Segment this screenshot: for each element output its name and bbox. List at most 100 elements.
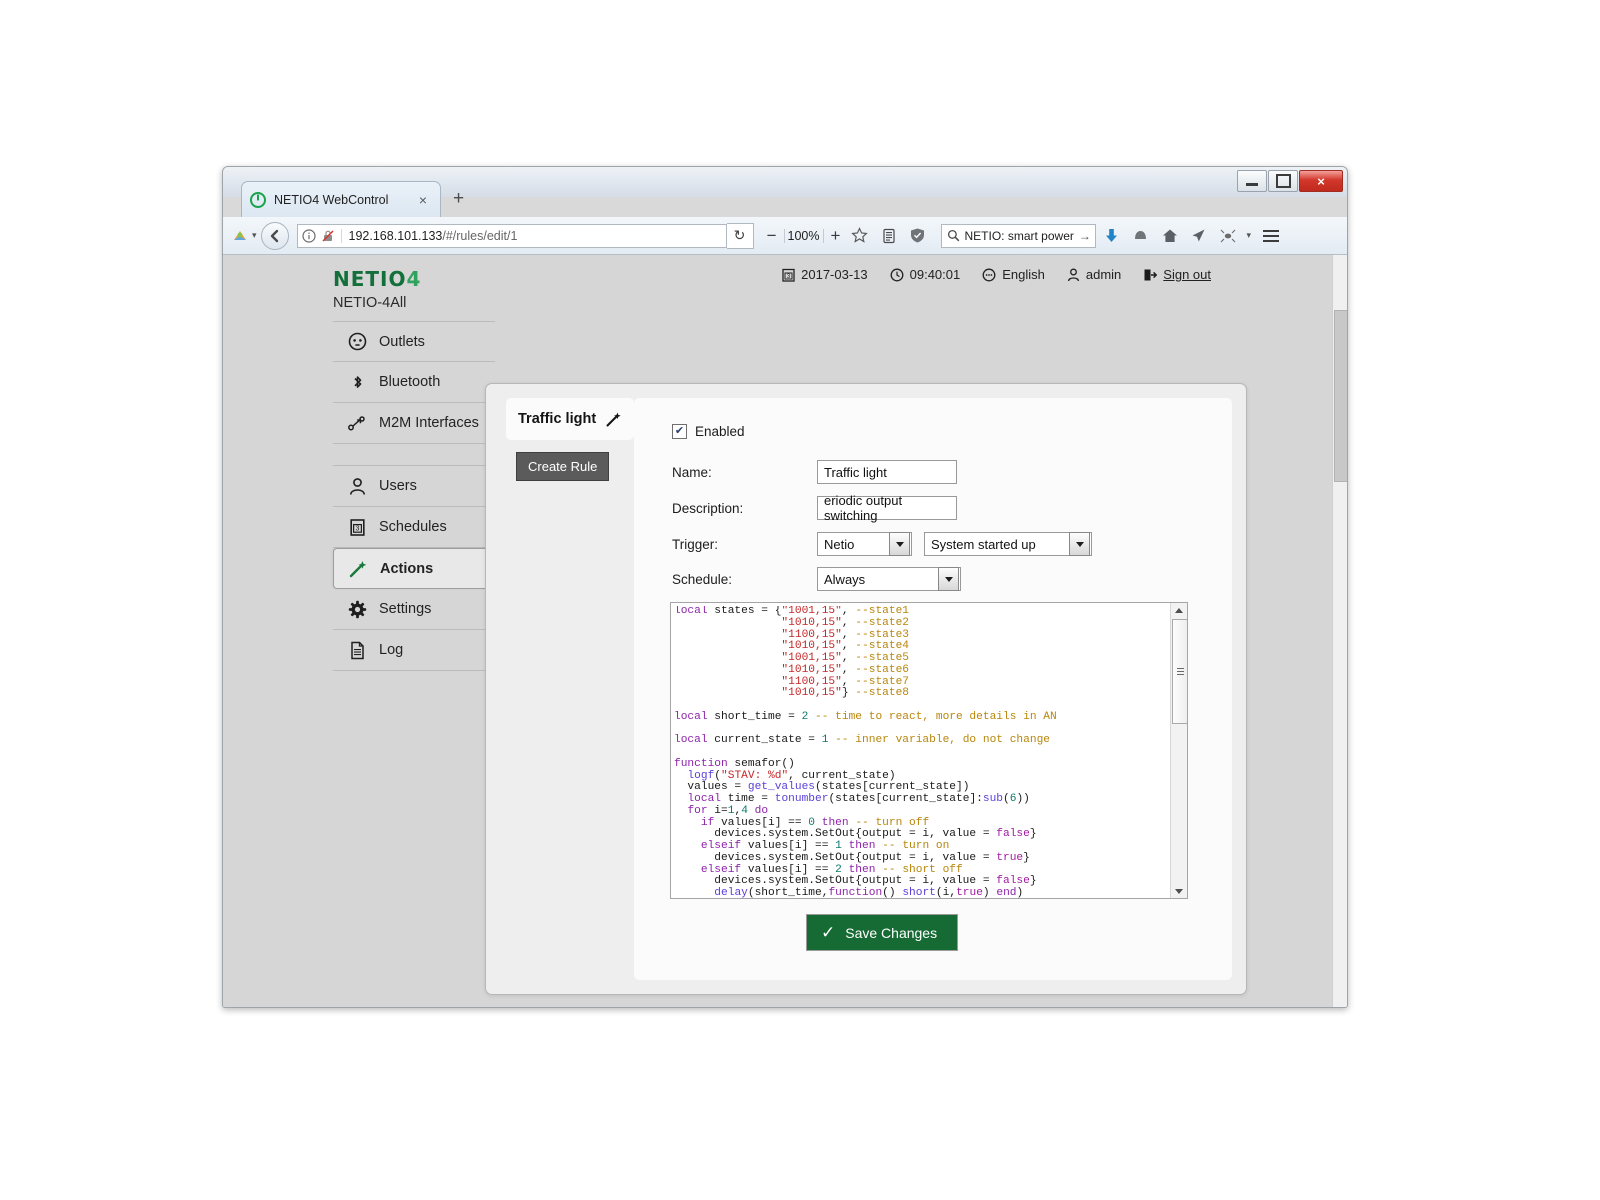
m2m-icon <box>347 413 367 433</box>
new-tab-button[interactable]: + <box>453 189 464 209</box>
search-input-value: NETIO: smart power <box>964 228 1074 243</box>
home-icon[interactable] <box>1157 223 1183 249</box>
shield-icon[interactable] <box>905 223 931 249</box>
info-icon[interactable] <box>301 228 316 243</box>
enabled-checkbox-row: ✔ Enabled <box>672 424 745 439</box>
sidebar-item-m2m-interfaces[interactable]: M2M Interfaces <box>333 403 495 444</box>
browser-tab-title: NETIO4 WebControl <box>274 192 389 207</box>
bluetooth-icon <box>347 372 367 392</box>
header-user-label: admin <box>1085 267 1122 282</box>
header-status-items: 3 2017-03-13 09:40:01 English admin Sign… <box>782 267 1211 282</box>
outlet-icon <box>347 332 367 352</box>
header-user[interactable]: admin <box>1067 267 1121 282</box>
hamburger-menu-button[interactable] <box>1259 226 1283 246</box>
zoom-out-button[interactable]: − <box>764 226 780 246</box>
header-time-label: 09:40:01 <box>909 267 961 282</box>
document-icon <box>347 640 367 660</box>
firefox-menu-button[interactable]: ▾ <box>231 227 257 245</box>
trigger-row: Trigger: Netio System started up <box>672 532 1092 556</box>
browser-window: × NETIO4 WebControl × + ▾ 192.168.101.13… <box>222 166 1348 1008</box>
chevron-down-icon <box>1069 532 1090 556</box>
reload-button[interactable]: ↻ <box>726 222 754 249</box>
addon-icon[interactable] <box>1215 223 1241 249</box>
rule-tab-label: Traffic light <box>518 411 597 427</box>
reader-view-icon[interactable] <box>876 223 902 249</box>
calendar-icon: 3 <box>782 268 795 282</box>
description-input[interactable]: eriodic output switching <box>817 493 957 523</box>
schedule-select[interactable]: Always <box>817 567 961 591</box>
bookmark-star-icon[interactable] <box>847 223 873 249</box>
page-scrollbar-thumb[interactable] <box>1334 310 1347 482</box>
save-changes-button[interactable]: ✓ Save Changes <box>806 914 959 951</box>
send-icon[interactable] <box>1186 223 1212 249</box>
search-go-icon[interactable]: → <box>1079 229 1091 243</box>
rule-tab[interactable]: Traffic light <box>506 398 634 440</box>
sidebar-item-label: Users <box>379 478 417 494</box>
trigger-event-select[interactable]: System started up <box>924 532 1092 556</box>
enabled-checkbox[interactable]: ✔ <box>672 424 687 439</box>
save-changes-label: Save Changes <box>845 924 938 941</box>
sidebar-item-outlets[interactable]: Outlets <box>333 321 495 362</box>
svg-text:3: 3 <box>355 525 359 532</box>
trigger-label: Trigger: <box>672 536 719 552</box>
calendar-icon: 3 <box>347 517 367 537</box>
search-bar[interactable]: NETIO: smart power → <box>940 223 1096 248</box>
overflow-chevron-icon[interactable]: ▾ <box>1247 230 1252 241</box>
code-scrollbar[interactable] <box>1170 603 1187 898</box>
insecure-connection-icon[interactable] <box>321 229 335 243</box>
description-row: Description: eriodic output switching <box>672 493 957 523</box>
user-icon <box>1067 268 1080 282</box>
lua-script-text[interactable]: local states = {"1001,15", --state1 "101… <box>674 606 1169 898</box>
sidebar-item-log[interactable]: Log <box>333 630 495 671</box>
header-signout[interactable]: Sign out <box>1143 267 1211 282</box>
create-rule-button[interactable]: Create Rule <box>516 452 610 481</box>
language-icon <box>982 268 996 282</box>
trigger-source-select[interactable]: Netio <box>817 532 912 556</box>
schedule-value: Always <box>824 571 866 587</box>
page-scrollbar[interactable] <box>1332 255 1347 1007</box>
search-icon <box>947 229 960 242</box>
netio-app: NETIO4 NETIO-4All 3 2017-03-13 09:40:01 … <box>223 255 1333 1007</box>
schedule-row: Schedule: Always <box>672 567 961 591</box>
rule-form: ✔ Enabled Name: Traffic light Descriptio… <box>634 398 1232 980</box>
header-language[interactable]: English <box>982 267 1045 282</box>
browser-tab[interactable]: NETIO4 WebControl × <box>241 181 441 217</box>
name-input[interactable]: Traffic light <box>817 460 957 484</box>
sidebar-divider <box>333 444 495 466</box>
app-header: NETIO4 NETIO-4All 3 2017-03-13 09:40:01 … <box>223 255 1333 311</box>
tab-close-icon[interactable]: × <box>414 192 432 208</box>
netio-logo: NETIO4 <box>333 267 422 291</box>
power-icon <box>250 191 266 208</box>
sidebar-item-bluetooth[interactable]: Bluetooth <box>333 362 495 403</box>
sidebar-item-label: Settings <box>379 601 432 617</box>
lua-script-editor[interactable]: local states = {"1001,15", --state1 "101… <box>670 602 1188 899</box>
pocket-icon[interactable] <box>1128 223 1154 249</box>
zoom-in-button[interactable]: + <box>828 226 844 246</box>
scroll-down-arrow[interactable] <box>1171 884 1187 898</box>
back-button[interactable] <box>260 221 289 250</box>
sidebar-item-settings[interactable]: Settings <box>333 589 495 630</box>
chevron-down-icon: ▾ <box>252 230 257 240</box>
rule-editor-card: Traffic light Create Rule ✔ Enabled Name… <box>485 383 1247 995</box>
browser-navbar: ▾ 192.168.101.133/#/rules/edit/1 ↻ − 100… <box>223 217 1347 255</box>
sidebar-item-label: Outlets <box>379 333 425 350</box>
header-time: 09:40:01 <box>890 267 961 282</box>
sidebar-item-actions[interactable]: Actions <box>333 548 499 589</box>
sidebar-item-label: Actions <box>380 560 434 577</box>
header-date: 3 2017-03-13 <box>782 267 868 282</box>
url-bar[interactable]: 192.168.101.133/#/rules/edit/1 <box>296 223 727 248</box>
device-name: NETIO-4All <box>333 295 407 311</box>
code-scrollbar-thumb[interactable] <box>1172 619 1187 724</box>
sidebar-item-schedules[interactable]: 3 Schedules <box>333 507 495 548</box>
downloads-icon[interactable] <box>1099 223 1125 249</box>
magic-wand-icon <box>348 559 368 579</box>
schedule-label: Schedule: <box>672 571 733 587</box>
url-text: 192.168.101.133/#/rules/edit/1 <box>348 228 518 243</box>
trigger-event-value: System started up <box>931 536 1036 552</box>
enabled-label: Enabled <box>695 424 745 439</box>
sidebar-item-users[interactable]: Users <box>333 466 495 507</box>
browser-tabstrip: NETIO4 WebControl × + <box>223 181 1347 217</box>
scroll-up-arrow[interactable] <box>1171 603 1187 617</box>
magic-wand-icon <box>605 411 622 428</box>
signout-icon <box>1143 268 1158 282</box>
